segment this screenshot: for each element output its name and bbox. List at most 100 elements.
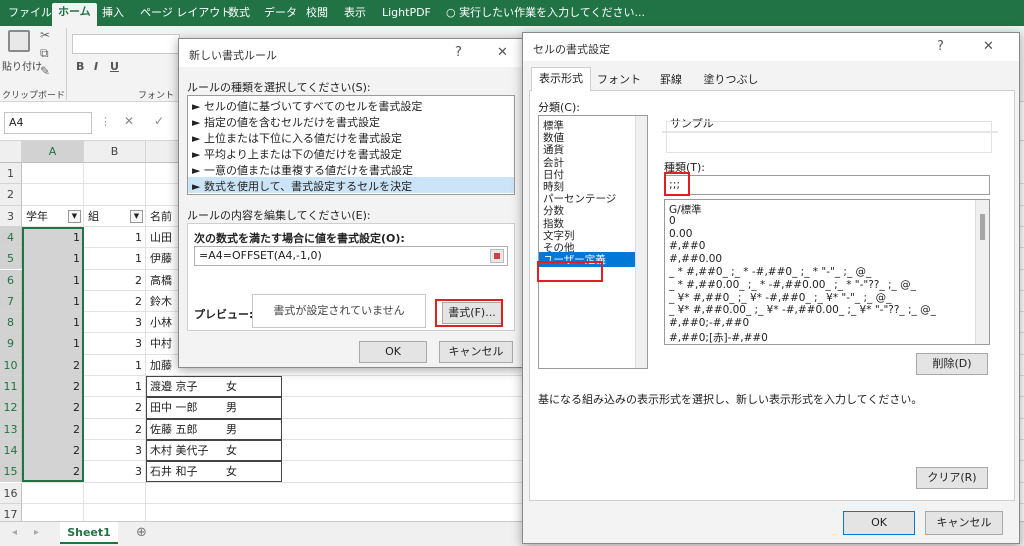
name-cell[interactable]: 石井 和子 bbox=[146, 461, 222, 482]
format-item[interactable]: _ ¥* #,##0.00_ ;_ ¥* -#,##0.00_ ;_ ¥* "-… bbox=[669, 304, 936, 316]
class-cell[interactable]: 2 bbox=[84, 291, 146, 312]
sex-cell[interactable]: 女 bbox=[222, 440, 280, 461]
tab-lightpdf[interactable]: LightPDF bbox=[376, 4, 437, 26]
range-select-icon[interactable] bbox=[490, 249, 504, 263]
format-item[interactable]: _ ¥* #,##0_ ;_ ¥* -#,##0_ ;_ ¥* "-"_ ;_ … bbox=[669, 292, 891, 304]
cell-dialog-close-button[interactable]: ✕ bbox=[983, 39, 994, 54]
column-header-a[interactable]: A bbox=[22, 141, 84, 163]
tab-formulas[interactable]: 数式 bbox=[222, 4, 256, 26]
rule-type-item[interactable]: ► 指定の値を含むセルだけを書式設定 bbox=[192, 114, 380, 130]
name-box[interactable]: A4 bbox=[4, 112, 92, 134]
rule-type-item[interactable]: ► 平均より上または下の値だけを書式設定 bbox=[192, 146, 402, 162]
clear-button[interactable]: クリア(R) bbox=[916, 467, 988, 489]
tab-file[interactable]: ファイル bbox=[2, 4, 58, 26]
cancel-entry-icon[interactable]: ✕ bbox=[124, 114, 134, 128]
row-header[interactable]: 8 bbox=[0, 312, 22, 334]
grade-cell[interactable]: 1 bbox=[22, 227, 84, 248]
add-sheet-icon[interactable]: ⊕ bbox=[136, 525, 147, 540]
row-header[interactable]: 9 bbox=[0, 333, 22, 355]
sex-cell[interactable]: 男 bbox=[222, 397, 280, 418]
grade-cell[interactable]: 1 bbox=[22, 270, 84, 291]
class-cell[interactable]: 3 bbox=[84, 333, 146, 354]
class-cell[interactable]: 2 bbox=[84, 270, 146, 291]
format-list[interactable]: G/標準 0 0.00 #,##0 #,##0.00 _ * #,##0_ ;_ * -#… bbox=[664, 199, 990, 345]
grade-cell[interactable]: 1 bbox=[22, 291, 84, 312]
row-header[interactable]: 16 bbox=[0, 482, 22, 504]
tab-data[interactable]: データ bbox=[258, 4, 303, 26]
format-item[interactable]: _ * #,##0_ ;_ * -#,##0_ ;_ * "-"_ ;_ @_ bbox=[669, 266, 871, 278]
rule-type-item-selected[interactable]: ► 数式を使用して、書式設定するセルを決定 bbox=[192, 178, 412, 194]
rule-type-item[interactable]: ► 一意の値または重複する値だけを書式設定 bbox=[192, 162, 413, 178]
grade-cell[interactable]: 2 bbox=[22, 440, 84, 461]
tab-number[interactable]: 表示形式 bbox=[531, 67, 591, 92]
class-cell[interactable]: 2 bbox=[84, 419, 146, 440]
cell-dialog-help-button[interactable]: ? bbox=[937, 39, 944, 54]
tab-border[interactable]: 罫線 bbox=[649, 70, 693, 90]
scroll-left-icon[interactable]: ◂ bbox=[12, 527, 17, 538]
scroll-right-icon[interactable]: ▸ bbox=[34, 527, 39, 538]
cut-icon[interactable]: ✂ bbox=[40, 28, 50, 42]
grade-cell[interactable]: 1 bbox=[22, 333, 84, 354]
bold-button[interactable]: B bbox=[76, 60, 84, 73]
class-cell[interactable]: 3 bbox=[84, 312, 146, 333]
grade-cell[interactable]: 1 bbox=[22, 312, 84, 333]
grade-cell[interactable]: 2 bbox=[22, 376, 84, 397]
rule-ok-button[interactable]: OK bbox=[359, 341, 427, 363]
copy-icon[interactable]: ⧉ bbox=[40, 46, 49, 61]
cell-cancel-button[interactable]: キャンセル bbox=[925, 511, 1003, 535]
sheet-tab-sheet1[interactable]: Sheet1 bbox=[60, 522, 118, 544]
tab-review[interactable]: 校閲 bbox=[300, 4, 334, 26]
class-cell[interactable]: 1 bbox=[84, 248, 146, 269]
row-header[interactable]: 12 bbox=[0, 397, 22, 419]
format-item[interactable]: #,##0;-#,##0 bbox=[669, 317, 749, 329]
filter-dropdown-icon[interactable]: ▼ bbox=[130, 209, 143, 223]
row-header[interactable]: 4 bbox=[0, 226, 22, 249]
rule-type-list[interactable]: ► セルの値に基づいてすべてのセルを書式設定 ► 指定の値を含むセルだけを書式設… bbox=[187, 95, 515, 195]
class-cell[interactable]: 1 bbox=[84, 376, 146, 397]
grade-cell[interactable]: 2 bbox=[22, 419, 84, 440]
row-header[interactable]: 5 bbox=[0, 248, 22, 270]
row-header[interactable]: 6 bbox=[0, 269, 22, 291]
sex-cell[interactable]: 女 bbox=[222, 461, 280, 482]
grade-cell[interactable]: 2 bbox=[22, 355, 84, 376]
grade-cell[interactable]: 1 bbox=[22, 248, 84, 269]
class-cell[interactable]: 1 bbox=[84, 227, 146, 248]
font-name-box[interactable] bbox=[72, 34, 180, 54]
filter-dropdown-icon[interactable]: ▼ bbox=[68, 209, 81, 223]
class-cell[interactable]: 3 bbox=[84, 461, 146, 482]
format-item[interactable]: _ * #,##0.00_ ;_ * -#,##0.00_ ;_ * "-"??… bbox=[669, 279, 916, 291]
format-item[interactable]: 0.00 bbox=[669, 228, 692, 240]
formula-input[interactable]: =A4=OFFSET(A4,-1,0) bbox=[194, 246, 508, 266]
paste-icon[interactable] bbox=[8, 30, 30, 52]
delete-button[interactable]: 削除(D) bbox=[916, 353, 988, 375]
class-cell[interactable]: 3 bbox=[84, 440, 146, 461]
class-cell[interactable]: 2 bbox=[84, 397, 146, 418]
select-all-corner[interactable] bbox=[0, 141, 22, 163]
enter-icon[interactable]: ✓ bbox=[154, 114, 164, 128]
name-box-dropdown-icon[interactable]: ⋮ bbox=[100, 115, 111, 128]
underline-button[interactable]: U bbox=[110, 60, 119, 73]
type-input[interactable]: ;;; bbox=[664, 175, 990, 195]
cell-ok-button[interactable]: OK bbox=[843, 511, 915, 535]
italic-button[interactable]: I bbox=[94, 60, 98, 73]
tab-view[interactable]: 表示 bbox=[338, 4, 372, 26]
rule-type-item[interactable]: ► セルの値に基づいてすべてのセルを書式設定 bbox=[192, 98, 422, 114]
tab-font[interactable]: フォント bbox=[597, 70, 641, 90]
tell-me-box[interactable]: ○ 実行したい作業を入力してください... bbox=[440, 4, 651, 26]
tab-home[interactable]: ホーム bbox=[52, 3, 97, 26]
sex-cell[interactable]: 男 bbox=[222, 419, 280, 440]
format-item[interactable]: 0 bbox=[669, 215, 676, 227]
tab-insert[interactable]: 挿入 bbox=[96, 4, 130, 26]
row-header[interactable]: 3 bbox=[0, 205, 22, 227]
column-header-b[interactable]: B bbox=[84, 141, 146, 163]
row-header[interactable]: 15 bbox=[0, 461, 22, 483]
grade-cell[interactable]: 2 bbox=[22, 461, 84, 482]
name-cell[interactable]: 木村 美代子 bbox=[146, 440, 222, 461]
category-scrollbar[interactable] bbox=[635, 116, 647, 368]
row-header[interactable]: 1 bbox=[0, 163, 22, 185]
name-cell[interactable]: 渡邉 京子 bbox=[146, 376, 222, 397]
row-header[interactable]: 14 bbox=[0, 439, 22, 462]
format-list-scroll-thumb[interactable] bbox=[980, 214, 985, 240]
tab-fill[interactable]: 塗りつぶし bbox=[701, 70, 761, 90]
format-painter-icon[interactable]: ✎ bbox=[40, 64, 50, 78]
